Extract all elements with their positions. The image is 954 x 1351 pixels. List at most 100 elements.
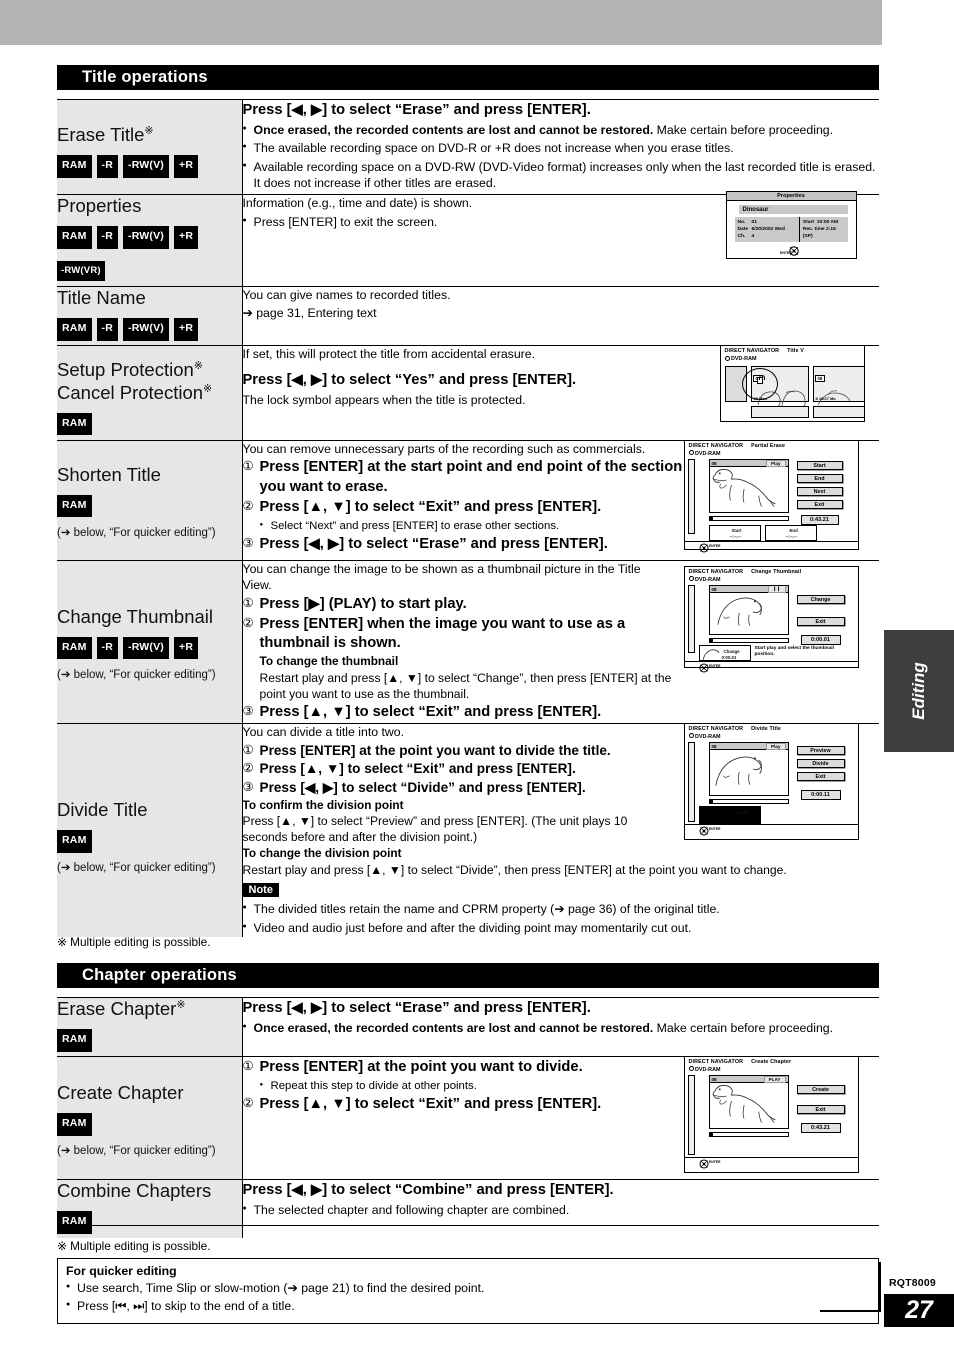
marker-panel-change: Change 0:00.01	[698, 645, 751, 662]
disc-type: DVD-RAM	[685, 450, 858, 457]
screen-title: DIRECT NAVIGATOR Partial Erase	[688, 442, 786, 449]
sub-heading: To change the division point	[242, 846, 402, 861]
enter-icon: ENTER	[699, 1158, 723, 1170]
svg-text:ENTER: ENTER	[709, 544, 721, 548]
table-row-erase-chapter: Erase Chapter※ RAM Press [◀, ▶] to selec…	[57, 997, 880, 1057]
op-title-title-name: Title Name	[57, 287, 146, 309]
sub-text: Restart play and press [▲, ▼] to select …	[242, 863, 787, 878]
button-exit[interactable]: Exit	[796, 500, 843, 510]
button-create[interactable]: Create	[796, 1085, 845, 1095]
video-preview: 08 PLAY	[708, 1075, 789, 1130]
op-cell-erase-chapter: Erase Chapter※ RAM	[57, 997, 243, 1057]
op-title-divide-title: Divide Title	[57, 799, 148, 821]
badge-r: -R	[96, 155, 118, 178]
op-cell-shorten-title: Shorten Title RAM (➔ below, “For quicker…	[57, 439, 243, 561]
page-reference: ➔ page 31, Entering text	[242, 305, 377, 320]
table-row-change-thumbnail: Change Thumbnail RAM -R -RW(V) +R (➔ below,…	[57, 559, 879, 724]
op-cell-setup-protection: Setup Protection※ Cancel Protection※ RAM	[57, 345, 243, 441]
op-title-cancel-protection: Cancel Protection※	[57, 381, 213, 403]
button-divide[interactable]: Divide	[796, 759, 845, 769]
document-code: RQT8009	[889, 1277, 936, 1289]
bullet-item: Press [⏮, ⏭] to skip to the end of a tit…	[66, 1298, 870, 1314]
instruction-heading: Press [◀, ▶] to select “Combine” and pre…	[242, 1181, 614, 1198]
desc-cell-erase-chapter: Press [◀, ▶] to select “Erase” and press…	[242, 997, 880, 1057]
time-display: 0:43.21	[800, 515, 839, 526]
media-badges: RAM -R -RW(V) +R	[57, 152, 242, 182]
progress-bar	[708, 516, 789, 522]
button-end[interactable]: End	[796, 474, 843, 484]
op-cell-properties: Properties RAM -R -RW(V) +R -RW(VR)	[57, 193, 243, 287]
progress-bar	[708, 799, 789, 805]
bullet-item: Once erased, the recorded contents are l…	[243, 122, 880, 138]
dino-illustration	[714, 756, 762, 787]
op-title-erase-chapter: Erase Chapter※	[57, 998, 186, 1019]
corner-rule-horizontal	[820, 1310, 880, 1312]
badge-ram: RAM	[57, 1113, 92, 1136]
section-header-chapter-operations: Chapter operations	[57, 963, 879, 988]
button-start[interactable]: Start	[796, 461, 843, 471]
step-item: ③ Press [◀, ▶] to select “Erase” and pres…	[242, 536, 608, 553]
badge-rwv: -RW(V)	[123, 226, 169, 249]
progress-bar	[708, 638, 789, 644]
step-item: ② Press [▲, ▼] to select “Exit” and press…	[242, 761, 576, 777]
time-display: 0:00.11	[800, 790, 841, 801]
bullet-item: Once erased, the recorded contents are l…	[243, 1020, 880, 1036]
op-cell-change-thumbnail: Change Thumbnail RAM -R -RW(V) +R (➔ below,…	[57, 559, 243, 724]
button-next[interactable]: Next	[796, 487, 843, 497]
badge-plusr: +R	[174, 155, 199, 178]
quicker-editing-note: (➔ below, “For quicker editing”)	[57, 1144, 216, 1157]
button-exit[interactable]: Exit	[796, 772, 845, 782]
badge-ram: RAM	[57, 226, 92, 249]
enter-icon: ENTER	[699, 542, 723, 554]
screenshot-title-protection: DIRECT NAVIGATORTitle V DVD-RAM 07	[719, 345, 865, 423]
thumbnail-cell	[812, 405, 864, 418]
screenshot-create-chapter: DIRECT NAVIGATOR Create Chapter DVD-RAM 0…	[683, 1055, 859, 1173]
svg-text:ENTER: ENTER	[709, 1160, 721, 1164]
bullet-item: The available recording space on DVD-R o…	[243, 140, 880, 156]
media-badges: RAM	[57, 827, 242, 857]
lead-text: You can give names to recorded titles.	[242, 288, 451, 303]
badge-rwv: -RW(V)	[123, 636, 169, 660]
media-badges: RAM -R -RW(V) +R	[57, 315, 242, 345]
video-preview: 08 ❙❙	[708, 585, 789, 636]
badge-r: -R	[96, 318, 118, 341]
button-exit[interactable]: Exit	[796, 1105, 845, 1115]
badge-r: -R	[96, 636, 118, 660]
dino-illustration	[716, 597, 762, 626]
table-row-properties: Properties RAM -R -RW(V) +R -RW(VR) Informa…	[57, 191, 879, 287]
op-cell-title-name: Title Name RAM -R -RW(V) +R	[57, 286, 243, 346]
desc-cell-create-chapter: ① Press [ENTER] at the point you want to …	[242, 1055, 879, 1180]
side-strip	[687, 585, 695, 654]
screen-title: DIRECT NAVIGATOR Change Thumbnail	[688, 568, 802, 575]
bullet-item: Video and audio just before and after th…	[243, 920, 880, 936]
lead-text: You can change the image to be shown as …	[242, 561, 641, 593]
step-item: ② Press [ENTER] when the image you want t…	[242, 616, 626, 652]
highlight-circle	[741, 367, 778, 400]
media-badges: RAM -R -RW(V) +R -RW(VR)	[57, 223, 242, 287]
marker-panel-start: Start --:--.--	[708, 525, 761, 542]
page-number: 27	[884, 1294, 954, 1327]
svg-text:ENTER: ENTER	[709, 827, 721, 831]
button-preview[interactable]: Preview	[796, 746, 845, 756]
screen-title: DIRECT NAVIGATOR Title V	[724, 348, 804, 355]
badge-ram: RAM	[57, 830, 92, 853]
button-exit[interactable]: Exit	[796, 617, 845, 627]
quicker-editing-title: For quicker editing	[66, 1264, 177, 1278]
op-title-erase-title: Erase Title※	[57, 124, 154, 145]
media-badges: RAM	[57, 1208, 242, 1238]
footnote-chapter-operations: ※ Multiple editing is possible.	[57, 1239, 211, 1253]
properties-screen-fields: No. 01 Date 6/20/2002 Wed Ch. 4 Start 10:00…	[734, 217, 848, 243]
table-row-shorten-title: Shorten Title RAM (➔ below, “For quicker…	[57, 439, 879, 561]
table-row-create-chapter: Create Chapter RAM (➔ below, “For quicke…	[57, 1055, 879, 1180]
quicker-editing-note: (➔ below, “For quicker editing”)	[57, 862, 216, 875]
desc-cell-properties: Information (e.g., time and date) is sho…	[242, 191, 879, 287]
desc-cell-divide-title: You can divide a title into two. ① Press …	[242, 723, 880, 938]
svg-text:ENTER: ENTER	[709, 664, 721, 668]
button-change[interactable]: Change	[796, 595, 845, 605]
media-badges: RAM	[57, 409, 242, 439]
badge-ram: RAM	[57, 1211, 92, 1234]
enter-icon: ENTER	[699, 662, 723, 674]
enter-icon: ENTER	[699, 825, 723, 837]
disc-icon	[688, 733, 694, 739]
step-item: ③ Press [▲, ▼] to select “Exit” and press…	[242, 704, 602, 721]
